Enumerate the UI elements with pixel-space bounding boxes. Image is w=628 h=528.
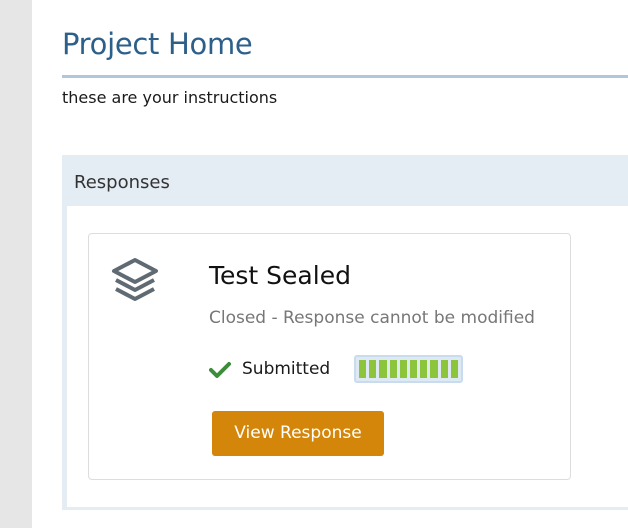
progress-segment	[379, 360, 387, 378]
response-status: Closed - Response cannot be modified	[209, 308, 535, 328]
progress-segment	[420, 360, 428, 378]
progress-segment	[440, 360, 448, 378]
submitted-label: Submitted	[242, 359, 331, 379]
title-divider	[62, 75, 628, 78]
view-response-button[interactable]: View Response	[212, 411, 384, 456]
main-content: Project Home these are your instructions…	[62, 0, 628, 528]
progress-bar	[354, 355, 463, 383]
progress-segment	[430, 360, 438, 378]
progress-segment	[399, 360, 408, 378]
instructions-text: these are your instructions	[62, 88, 278, 107]
progress-segment	[410, 360, 418, 378]
progress-segment	[450, 360, 459, 378]
left-rail	[0, 0, 32, 528]
responses-panel-heading: Responses	[74, 172, 170, 193]
progress-segment	[369, 360, 377, 378]
progress-segment	[359, 360, 367, 378]
response-title: Test Sealed	[209, 261, 351, 290]
layers-icon	[112, 258, 158, 301]
progress-segment	[389, 360, 397, 378]
check-icon	[209, 362, 231, 378]
page-title: Project Home	[62, 27, 253, 61]
